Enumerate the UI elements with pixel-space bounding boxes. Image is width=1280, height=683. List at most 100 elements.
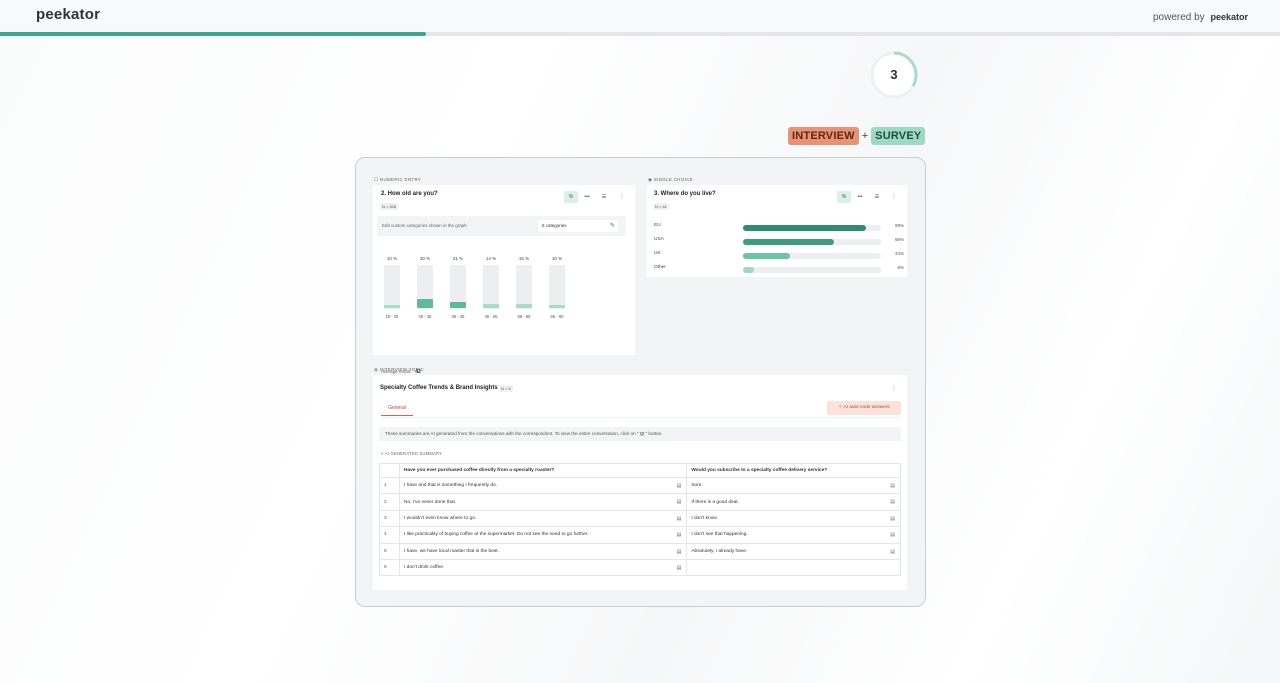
location-percent: 66%	[894, 237, 904, 242]
location-bar-fill	[743, 239, 835, 245]
view-conversation-icon[interactable]: ▤	[677, 499, 682, 505]
answer-text: If there is a good deal.	[691, 499, 739, 505]
kebab-menu-icon[interactable]: ⋮	[887, 191, 901, 203]
location-bar-fill	[743, 225, 866, 231]
table-row: 2 No, I've never done that. ▤ If there is a…	[379, 493, 901, 511]
answer-cell: If there is a good deal. ▤	[686, 493, 901, 511]
step-indicator: 3	[869, 50, 919, 100]
table-row: 1 I have and that is something I frequent…	[379, 476, 901, 495]
list-view-icon[interactable]: ☰	[870, 191, 884, 203]
view-conversation-icon[interactable]: ▤	[890, 532, 895, 538]
interview-topic-tag: ◍ INTERVIEW TOPIC	[374, 367, 425, 372]
bar-category-label: 66 - 60	[550, 314, 564, 319]
answer-text: I have and that is something I frequentl…	[404, 483, 498, 489]
answer-text: I like practicality of buying coffee at …	[404, 532, 589, 538]
bar-percent-label: 15 %	[518, 256, 530, 261]
logo[interactable]: peekator	[36, 6, 100, 23]
bar-fill	[549, 305, 565, 308]
location-label: USA	[654, 237, 664, 242]
location-percent: 89%	[894, 223, 904, 228]
view-conversation-icon[interactable]: ▤	[890, 549, 895, 555]
row-number: 1	[379, 476, 400, 495]
table-row: 6 I don't drink coffee. ▤	[379, 558, 901, 577]
location-label: Other	[654, 265, 666, 270]
location-row: Other 8%	[654, 264, 904, 274]
view-conversation-icon[interactable]: ▤	[677, 483, 682, 489]
view-conversation-icon[interactable]: ▤	[677, 516, 682, 522]
answer-text: I don't see that happening.	[691, 532, 748, 538]
ai-summary-label: < AI GENERATED SUMMARY	[381, 451, 443, 456]
location-label: UK	[654, 251, 661, 256]
view-conversation-icon[interactable]: ▤	[677, 565, 682, 571]
percent-toggle[interactable]: %	[564, 191, 578, 203]
ai-auto-code-button[interactable]: ✧ AI auto-code answers	[827, 401, 901, 415]
row-number: 5	[379, 542, 400, 560]
numeric-entry-tag: ☐ NUMERIC ENTRY	[374, 177, 422, 182]
answer-text: I don't drink coffee.	[404, 565, 445, 571]
answer-cell: Sure. ▤	[686, 476, 901, 495]
interview-badge: INTERVIEW	[788, 127, 859, 145]
answer-cell: No, I've never done that. ▤	[398, 493, 688, 511]
list-view-icon[interactable]: ☰	[597, 191, 611, 203]
bar-track	[384, 265, 400, 309]
answer-cell	[686, 558, 901, 577]
location-bar-track	[743, 239, 881, 245]
answer-cell: I don't see that happening. ▤	[686, 526, 901, 544]
answer-text: No, I've never done that.	[404, 499, 457, 505]
bar-percent-label: 10 %	[551, 256, 563, 261]
table-row: 5 I have, we have local roaster that is t…	[379, 542, 901, 560]
row-number: 4	[379, 526, 400, 544]
bar-fill	[384, 305, 400, 308]
answer-cell: I don't drink coffee. ▤	[398, 558, 688, 577]
kebab-menu-icon[interactable]: ⋮	[615, 191, 629, 203]
bar-percent-label: 30 %	[419, 256, 431, 261]
categories-value: 6 categories	[542, 223, 567, 228]
location-row: USA 66%	[654, 236, 904, 246]
bar-category-label: 18 - 25	[385, 314, 399, 319]
bar-percent-label: 21 %	[452, 256, 464, 261]
location-row: UK 34%	[654, 250, 904, 260]
view-conversation-icon[interactable]: ▤	[890, 516, 895, 522]
bar-track	[450, 265, 466, 309]
answer-text: I don't know.	[691, 515, 718, 521]
bar-category-label: 46 - 55	[484, 314, 498, 319]
top-bar: peekator powered by peekator	[0, 0, 1280, 32]
location-label: EU	[654, 223, 661, 228]
more-options-icon[interactable]: •••	[580, 191, 594, 203]
view-conversation-icon[interactable]: ▤	[890, 499, 895, 505]
table-row: 3I wouldn't even know where to go. ▤ I don…	[379, 509, 901, 528]
table-row: 4 I like practicality of buying coffee at…	[379, 526, 901, 544]
view-conversation-icon[interactable]: ▤	[677, 532, 682, 538]
n-count-badge: N = 528	[380, 203, 399, 210]
dashboard-preview: ☐ NUMERIC ENTRY 2. How old are you? N = …	[355, 157, 926, 607]
answer-cell: I like practicality of buying coffee at …	[398, 526, 688, 544]
tab-divider	[381, 417, 899, 418]
powered-by: powered by peekator	[1153, 12, 1248, 23]
answer-cell: I wouldn't even know where to go. ▤	[398, 509, 688, 528]
location-percent: 34%	[894, 251, 904, 256]
pencil-icon[interactable]: ✎	[610, 220, 615, 232]
tab-general[interactable]: General	[381, 405, 413, 416]
edit-categories-row: Edit custom categories shown in the grap…	[377, 216, 626, 236]
view-conversation-icon[interactable]: ▤	[677, 549, 682, 555]
bar-percent-label: 14 %	[485, 256, 497, 261]
answer-cell: I have, we have local roaster that is th…	[398, 542, 688, 560]
kebab-menu-icon[interactable]: ⋮	[887, 383, 901, 395]
categories-field[interactable]: 6 categories ✎	[538, 220, 618, 232]
bar-percent-label: 10 %	[386, 256, 398, 261]
bar-fill	[417, 299, 433, 308]
edit-categories-label: Edit custom categories shown in the grap…	[382, 223, 467, 228]
location-bar-track	[743, 267, 881, 273]
location-bar-fill	[743, 267, 755, 273]
percent-toggle[interactable]: %	[837, 191, 851, 203]
view-conversation-icon[interactable]: ▤	[890, 483, 895, 489]
powered-by-brand[interactable]: peekator	[1210, 12, 1248, 22]
more-options-icon[interactable]: •••	[853, 191, 867, 203]
n-count-badge: N = 6	[499, 385, 513, 392]
step-number: 3	[890, 67, 898, 82]
bar-track	[516, 265, 532, 309]
bar-category-label: 56 - 65	[517, 314, 531, 319]
bar-category-label: 36 - 45	[451, 314, 465, 319]
answer-text: I have, we have local roaster that is th…	[404, 548, 499, 554]
interview-topic-card: Specialty Coffee Trends & Brand Insights…	[373, 375, 907, 590]
